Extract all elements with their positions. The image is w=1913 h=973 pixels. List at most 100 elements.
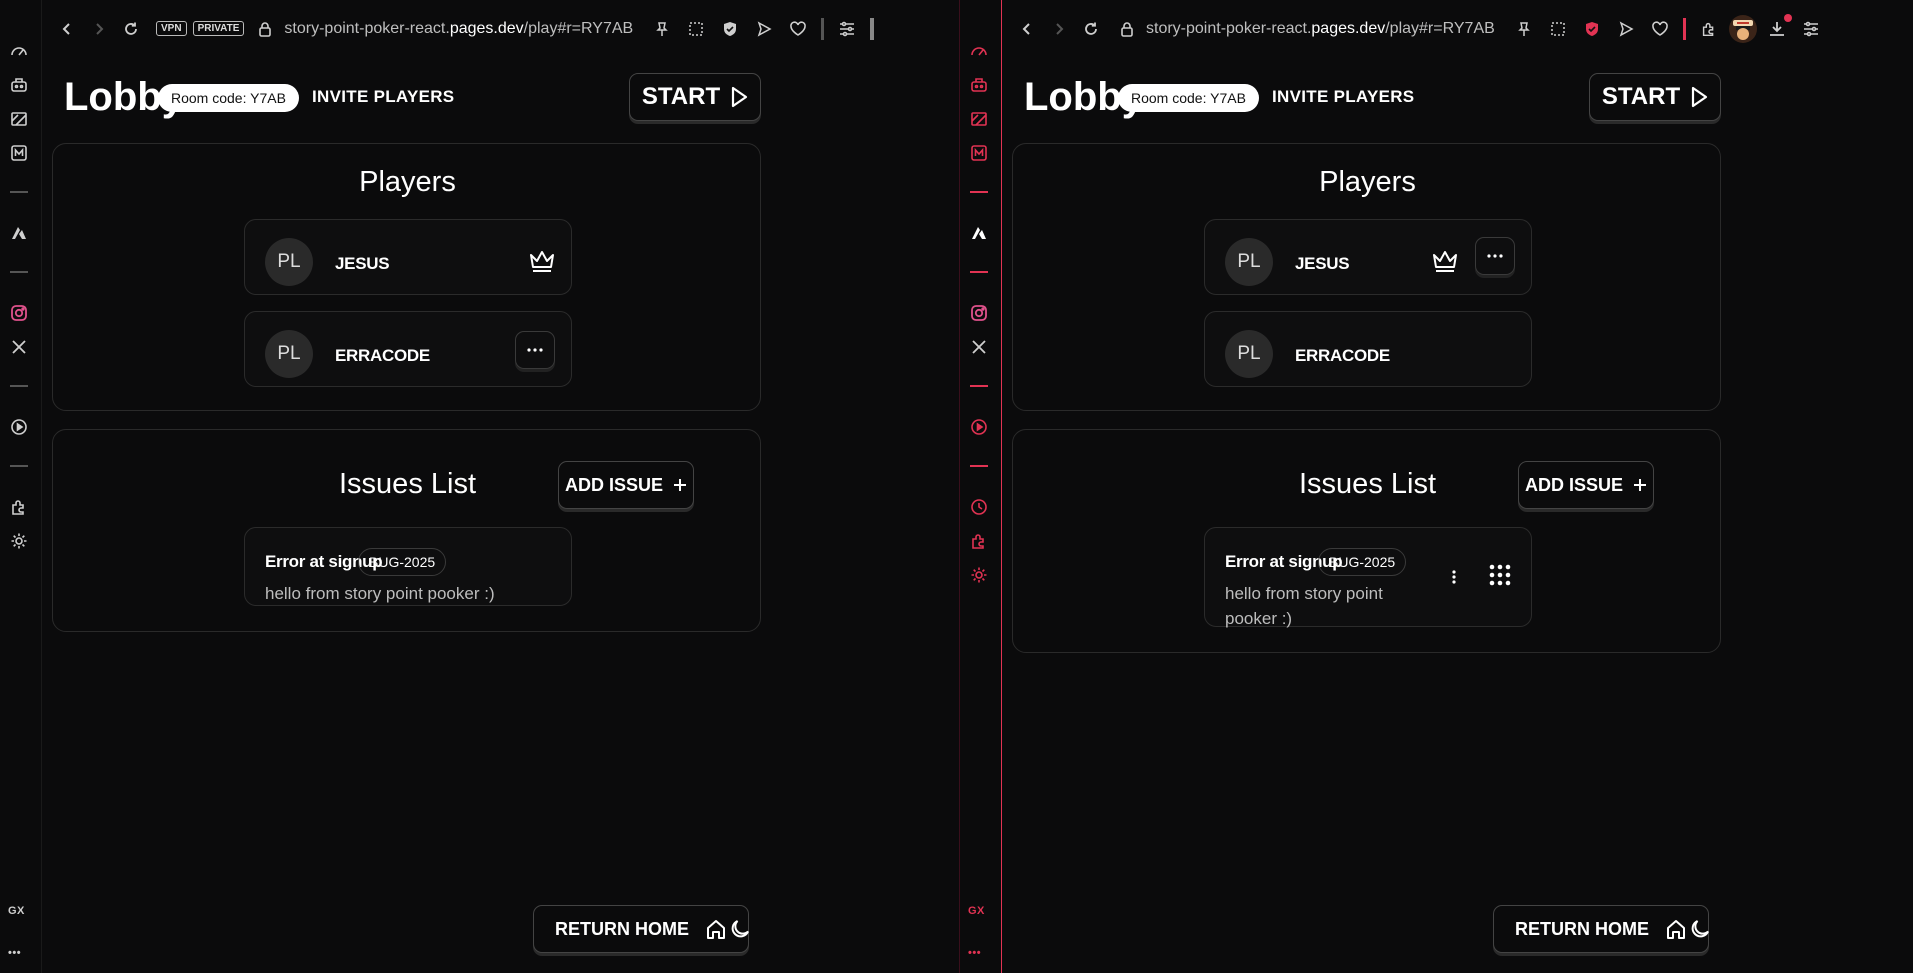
aria-icon[interactable]	[968, 74, 990, 96]
heart-icon[interactable]	[1649, 18, 1671, 40]
browser-window-left: GX ••• VPN PRIVATE story-point-poker-rea…	[0, 0, 959, 973]
forward-icon[interactable]	[88, 18, 110, 40]
browser-sidebar: GX •••	[0, 0, 41, 973]
player-options-button[interactable]	[515, 331, 555, 369]
room-code-badge[interactable]: Room code: Y7AB	[158, 84, 299, 112]
plus-icon	[673, 478, 687, 492]
avatar: PL	[265, 330, 313, 378]
player-card: PL ERRACODE	[1204, 311, 1532, 387]
page-content: Lobby Room code: Y7AB INVITE PLAYERS STA…	[1002, 57, 1913, 973]
heart-icon[interactable]	[787, 18, 809, 40]
add-issue-label: ADD ISSUE	[1524, 474, 1623, 495]
player-name: ERRACODE	[1295, 346, 1390, 365]
settings-icon[interactable]	[8, 530, 30, 552]
easy-setup-icon[interactable]	[836, 18, 858, 40]
send-icon[interactable]	[753, 18, 775, 40]
sidebar-divider	[10, 271, 28, 273]
reload-icon[interactable]	[1080, 18, 1102, 40]
url-text[interactable]: story-point-poker-react.pages.dev/play#r…	[1146, 20, 1495, 38]
start-label: START	[641, 83, 721, 110]
crown-icon	[1431, 248, 1461, 276]
sidebar-divider	[10, 465, 28, 467]
extensions-icon[interactable]	[968, 530, 990, 552]
lock-icon[interactable]	[1116, 18, 1138, 40]
back-icon[interactable]	[56, 18, 78, 40]
sidebar-more-icon[interactable]: •••	[8, 947, 21, 959]
extensions-puzzle-icon[interactable]	[1698, 18, 1720, 40]
instagram-icon[interactable]	[8, 302, 30, 324]
crown-icon	[528, 248, 558, 276]
lock-icon[interactable]	[254, 18, 276, 40]
easy-setup-icon[interactable]	[1800, 18, 1822, 40]
forward-icon[interactable]	[1048, 18, 1070, 40]
issue-tag-badge: BUG-2025	[1318, 548, 1407, 576]
history-icon[interactable]	[968, 496, 990, 518]
editor-icon[interactable]	[968, 222, 990, 244]
notification-dot	[1783, 13, 1792, 22]
sidebar-divider	[970, 191, 988, 193]
player-name: ERRACODE	[335, 346, 430, 365]
workspaces-icon[interactable]	[8, 108, 30, 130]
return-home-button[interactable]: RETURN HOME	[1493, 905, 1709, 953]
add-issue-label: ADD ISSUE	[564, 474, 663, 495]
start-label: START	[1601, 83, 1681, 110]
avatar: PL	[1225, 238, 1273, 286]
snapshot-icon[interactable]	[685, 18, 707, 40]
snapshot-icon[interactable]	[1547, 18, 1569, 40]
editor-icon[interactable]	[8, 222, 30, 244]
browser-window-right: GX ••• story-point-poker-react.pages.dev…	[960, 0, 1913, 973]
add-issue-button[interactable]: ADD ISSUE	[558, 461, 694, 509]
gx-corner-label[interactable]: GX	[8, 905, 25, 917]
sidebar-divider	[10, 385, 28, 387]
return-home-button[interactable]: RETURN HOME	[533, 905, 749, 953]
workspaces-icon[interactable]	[968, 108, 990, 130]
gx-corner-label[interactable]: GX	[968, 905, 985, 917]
pin-icon[interactable]	[1513, 18, 1535, 40]
add-issue-button[interactable]: ADD ISSUE	[1518, 461, 1654, 509]
pin-icon[interactable]	[651, 18, 673, 40]
adblock-shield-icon[interactable]	[1581, 18, 1603, 40]
x-twitter-icon[interactable]	[968, 336, 990, 358]
send-icon[interactable]	[1615, 18, 1637, 40]
issues-panel: Issues List ADD ISSUE Error at signup BU…	[1012, 429, 1721, 653]
address-bar: VPN PRIVATE story-point-poker-react.page…	[42, 0, 959, 57]
player-card: PL ERRACODE	[244, 311, 572, 387]
speed-dial-icon[interactable]	[8, 40, 30, 62]
start-button[interactable]: START	[629, 73, 761, 121]
aria-icon[interactable]	[8, 74, 30, 96]
address-bar: story-point-poker-react.pages.dev/play#r…	[1002, 0, 1913, 57]
player-options-button[interactable]	[1475, 237, 1515, 275]
speed-dial-icon[interactable]	[968, 40, 990, 62]
sidebar-divider	[970, 271, 988, 273]
extensions-icon[interactable]	[8, 496, 30, 518]
back-icon[interactable]	[1016, 18, 1038, 40]
issue-card[interactable]: Error at signup BUG-2025 hello from stor…	[1204, 527, 1532, 628]
drag-handle-icon[interactable]	[1489, 564, 1513, 588]
url-text[interactable]: story-point-poker-react.pages.dev/play#r…	[284, 20, 633, 38]
profile-avatar[interactable]	[1728, 14, 1758, 44]
players-heading: Players	[1319, 166, 1416, 198]
reload-icon[interactable]	[120, 18, 142, 40]
invite-players-button[interactable]: INVITE PLAYERS	[312, 87, 454, 107]
downloads-icon[interactable]	[1766, 13, 1792, 40]
player-icon[interactable]	[8, 416, 30, 438]
messenger-icon[interactable]	[8, 142, 30, 164]
vpn-badge[interactable]: VPN	[156, 21, 187, 36]
start-button[interactable]: START	[1589, 73, 1721, 121]
dark-mode-toggle-icon[interactable]	[1688, 917, 1714, 943]
dark-mode-toggle-icon[interactable]	[728, 917, 754, 943]
settings-icon[interactable]	[968, 564, 990, 586]
messenger-icon[interactable]	[968, 142, 990, 164]
instagram-icon[interactable]	[968, 302, 990, 324]
sidebar-more-icon[interactable]: •••	[968, 947, 981, 959]
adblock-shield-icon[interactable]	[719, 18, 741, 40]
issue-menu-icon[interactable]	[1445, 568, 1463, 586]
issue-card[interactable]: Error at signup BUG-2025 hello from stor…	[244, 527, 572, 606]
player-name: JESUS	[335, 254, 390, 273]
invite-players-button[interactable]: INVITE PLAYERS	[1272, 87, 1414, 107]
room-code-badge[interactable]: Room code: Y7AB	[1118, 84, 1259, 112]
player-icon[interactable]	[968, 416, 990, 438]
sidebar-divider	[970, 385, 988, 387]
return-home-label: RETURN HOME	[555, 918, 689, 939]
x-twitter-icon[interactable]	[8, 336, 30, 358]
